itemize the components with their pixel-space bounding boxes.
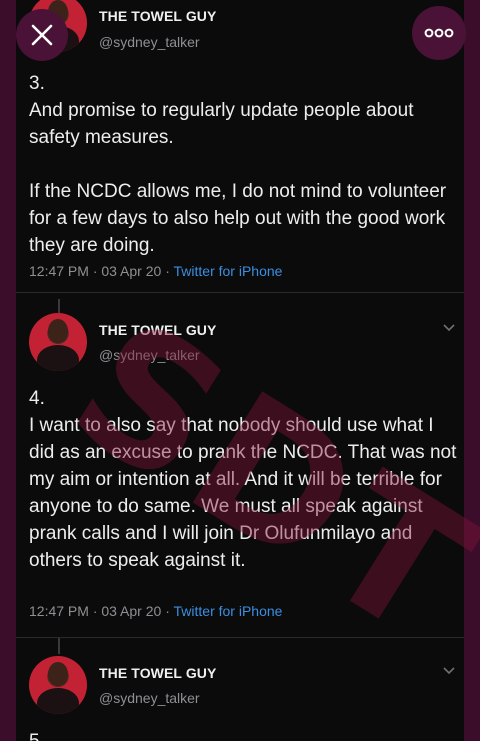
avatar[interactable] xyxy=(29,656,87,714)
thread-feed: THE TOWEL GUY @sydney_talker 3. And prom… xyxy=(16,0,464,741)
tweet-author-handle[interactable]: @sydney_talker xyxy=(99,690,200,706)
left-edge-bar xyxy=(0,0,16,741)
tweet-author-handle[interactable]: @sydney_talker xyxy=(99,34,200,50)
tweet-meta: 12:47 PM · 03 Apr 20 · Twitter for iPhon… xyxy=(29,603,282,619)
avatar-body xyxy=(37,345,79,371)
avatar-face xyxy=(48,319,68,343)
tweet-author-name[interactable]: THE TOWEL GUY xyxy=(99,8,216,24)
tweet-text: 4. I want to also say that nobody should… xyxy=(29,388,457,571)
more-horizontal-icon xyxy=(424,28,454,38)
tweet-thread-screen: THE TOWEL GUY @sydney_talker 3. And prom… xyxy=(0,0,480,741)
tweet-meta: 12:47 PM · 03 Apr 20 · Twitter for iPhon… xyxy=(29,263,282,279)
right-edge-bar xyxy=(464,0,480,741)
avatar[interactable] xyxy=(29,313,87,371)
chevron-down-icon[interactable] xyxy=(442,666,456,676)
thread-connector xyxy=(58,638,60,654)
more-options-button[interactable] xyxy=(412,6,466,60)
tweet-source-link[interactable]: Twitter for iPhone xyxy=(174,263,283,279)
close-icon xyxy=(31,24,53,46)
tweet-source-link[interactable]: Twitter for iPhone xyxy=(174,603,283,619)
avatar-body xyxy=(37,688,79,714)
tweet-text: 5. xyxy=(29,728,457,741)
close-button[interactable] xyxy=(16,9,68,61)
avatar-face xyxy=(48,662,68,686)
tweet-timestamp: 12:47 PM · 03 Apr 20 · xyxy=(29,263,174,279)
tweet-item[interactable]: THE TOWEL GUY @sydney_talker 5. xyxy=(16,638,464,741)
tweet-timestamp: 12:47 PM · 03 Apr 20 · xyxy=(29,603,174,619)
tweet-item[interactable]: THE TOWEL GUY @sydney_talker 3. And prom… xyxy=(16,0,464,292)
thread-connector xyxy=(58,299,60,313)
tweet-author-handle[interactable]: @sydney_talker xyxy=(99,347,200,363)
tweet-item[interactable]: THE TOWEL GUY @sydney_talker 4. I want t… xyxy=(16,293,464,637)
tweet-author-name[interactable]: THE TOWEL GUY xyxy=(99,665,216,681)
tweet-text: 3. And promise to regularly update peopl… xyxy=(29,73,447,256)
tweet-author-name[interactable]: THE TOWEL GUY xyxy=(99,322,216,338)
chevron-down-icon[interactable] xyxy=(442,323,456,333)
